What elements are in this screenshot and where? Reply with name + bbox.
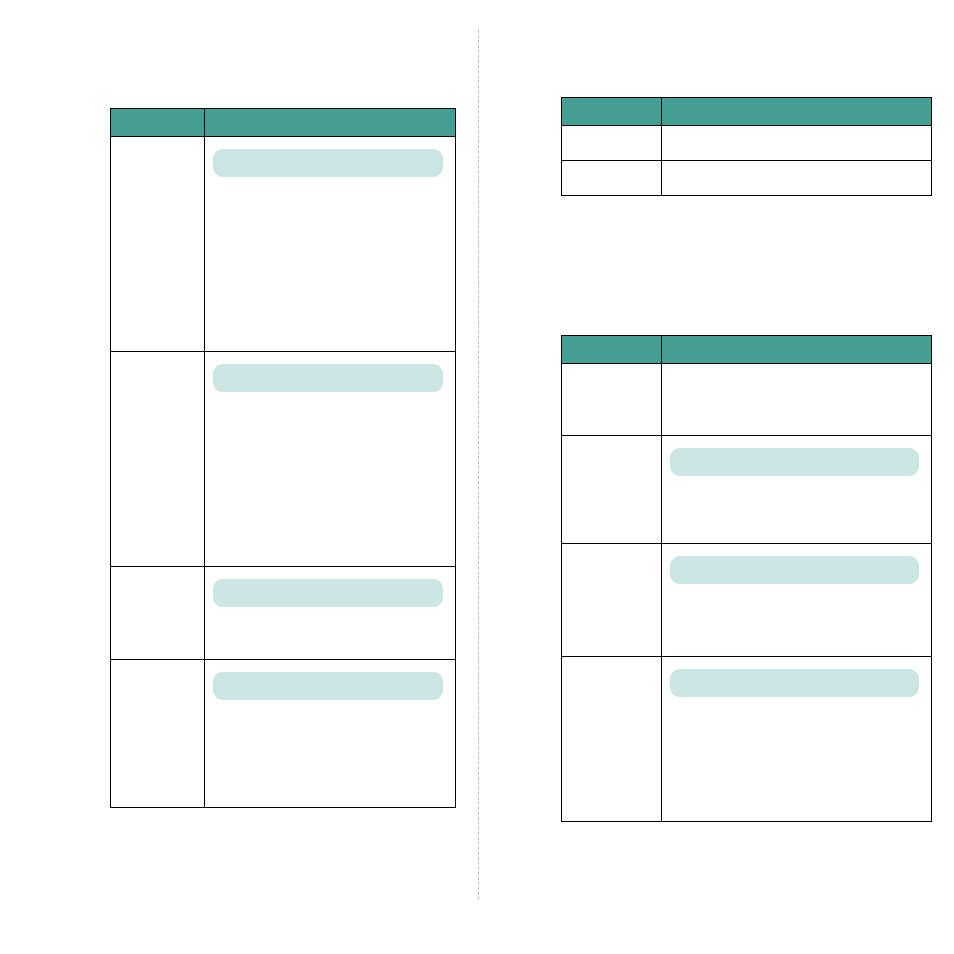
vertical-divider [478, 30, 479, 900]
left-table [110, 108, 456, 808]
table-row [562, 436, 932, 544]
highlight-pill [670, 669, 919, 697]
table-header-cell [111, 109, 205, 137]
table-cell [111, 352, 205, 567]
table-header-row [562, 336, 932, 364]
page-container [0, 0, 954, 954]
table-header-cell [205, 109, 456, 137]
table-row [562, 657, 932, 822]
table-cell [662, 657, 932, 822]
right-small-table [561, 97, 932, 196]
table-row [562, 544, 932, 657]
table-cell [111, 567, 205, 660]
table-header-cell [662, 336, 932, 364]
table-header-row [111, 109, 456, 137]
table-cell [111, 137, 205, 352]
table-cell [662, 161, 932, 196]
table-cell [205, 567, 456, 660]
table-row [562, 364, 932, 436]
table-cell [662, 364, 932, 436]
highlight-pill [670, 556, 919, 584]
highlight-pill [670, 448, 919, 476]
table-cell [562, 436, 662, 544]
table-header-row [562, 98, 932, 126]
highlight-pill [213, 149, 443, 177]
highlight-pill [213, 672, 443, 700]
right-large-table [561, 335, 932, 822]
table-cell [205, 660, 456, 808]
table-header-cell [562, 98, 662, 126]
table-cell [562, 161, 662, 196]
table-cell [662, 436, 932, 544]
table-header-cell [662, 98, 932, 126]
table-cell [562, 657, 662, 822]
table-row [111, 352, 456, 567]
table-cell [562, 126, 662, 161]
highlight-pill [213, 364, 443, 392]
table-cell [562, 544, 662, 657]
table-cell [205, 137, 456, 352]
table-row [562, 126, 932, 161]
table-cell [662, 544, 932, 657]
table-cell [205, 352, 456, 567]
table-row [111, 137, 456, 352]
table-row [562, 161, 932, 196]
table-cell [562, 364, 662, 436]
table-cell [662, 126, 932, 161]
table-row [111, 660, 456, 808]
highlight-pill [213, 579, 443, 607]
table-cell [111, 660, 205, 808]
table-row [111, 567, 456, 660]
table-header-cell [562, 336, 662, 364]
